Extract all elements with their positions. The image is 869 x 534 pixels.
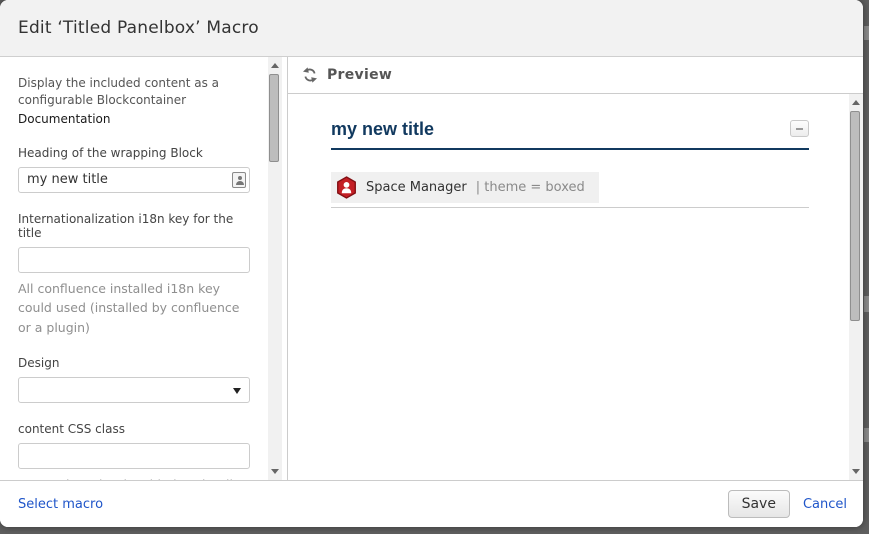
preview-scrollbar[interactable] [849, 94, 863, 480]
heading-input[interactable] [18, 167, 250, 193]
macro-placeholder: Space Manager | theme = boxed [331, 172, 599, 203]
panelbox-preview: my new title Space Manager [331, 119, 809, 208]
panelbox-bottom-border [331, 207, 809, 208]
heading-field-wrap [18, 167, 254, 193]
macro-params: | theme = boxed [476, 180, 585, 195]
scrollbar-thumb[interactable] [850, 111, 860, 321]
scroll-up-arrow-icon[interactable] [271, 63, 279, 68]
refresh-icon[interactable] [302, 67, 318, 83]
preview-body: my new title Space Manager [288, 94, 863, 480]
documentation-link[interactable]: Documentation [18, 112, 111, 126]
i18n-field-wrap [18, 247, 254, 273]
preview-content: my new title Space Manager [288, 94, 849, 480]
macro-edit-dialog: Edit ‘Titled Panelbox’ Macro Display the… [0, 0, 863, 527]
scroll-down-arrow-icon[interactable] [852, 469, 860, 474]
preview-header: Preview [288, 57, 863, 94]
background-page-fragment [864, 428, 869, 442]
preview-title: Preview [327, 67, 392, 83]
select-macro-link[interactable]: Select macro [18, 497, 103, 512]
macro-form: Display the included content as a config… [0, 57, 268, 480]
chevron-down-icon [233, 388, 241, 394]
css-class-field-wrap [18, 443, 254, 469]
dialog-title: Edit ‘Titled Panelbox’ Macro [18, 18, 259, 38]
background-page-fragment [864, 296, 869, 312]
save-button[interactable]: Save [728, 490, 790, 518]
form-scrollbar[interactable] [268, 57, 282, 480]
dialog-header: Edit ‘Titled Panelbox’ Macro [0, 0, 863, 57]
panelbox-titlebar: my new title [331, 119, 809, 150]
scroll-down-arrow-icon[interactable] [271, 469, 279, 474]
field-label-css-class: content CSS class [18, 422, 254, 436]
field-label-design: Design [18, 356, 254, 370]
space-manager-icon [336, 176, 357, 199]
dialog-body: Display the included content as a config… [0, 57, 863, 480]
panelbox-title: my new title [331, 119, 434, 140]
i18n-help-text: All confluence installed i18n key could … [18, 279, 252, 337]
i18n-key-input[interactable] [18, 247, 250, 273]
footer-actions: Save Cancel [728, 490, 847, 518]
macro-description: Display the included content as a config… [18, 75, 254, 110]
autofill-icon[interactable] [232, 172, 246, 188]
minus-icon [796, 128, 803, 130]
css-class-input[interactable] [18, 443, 250, 469]
macro-name: Space Manager [366, 180, 467, 195]
field-label-i18n: Internationalization i18n key for the ti… [18, 212, 254, 240]
cancel-link[interactable]: Cancel [803, 497, 847, 512]
scrollbar-thumb[interactable] [269, 74, 279, 162]
macro-form-panel: Display the included content as a config… [0, 57, 288, 480]
preview-panel: Preview my new title [288, 57, 863, 480]
dialog-footer: Select macro Save Cancel [0, 480, 863, 527]
design-select[interactable] [18, 377, 250, 403]
collapse-button[interactable] [790, 120, 809, 137]
scroll-up-arrow-icon[interactable] [852, 100, 860, 105]
field-label-heading: Heading of the wrapping Block [18, 146, 254, 160]
background-page-fragment [864, 26, 869, 40]
